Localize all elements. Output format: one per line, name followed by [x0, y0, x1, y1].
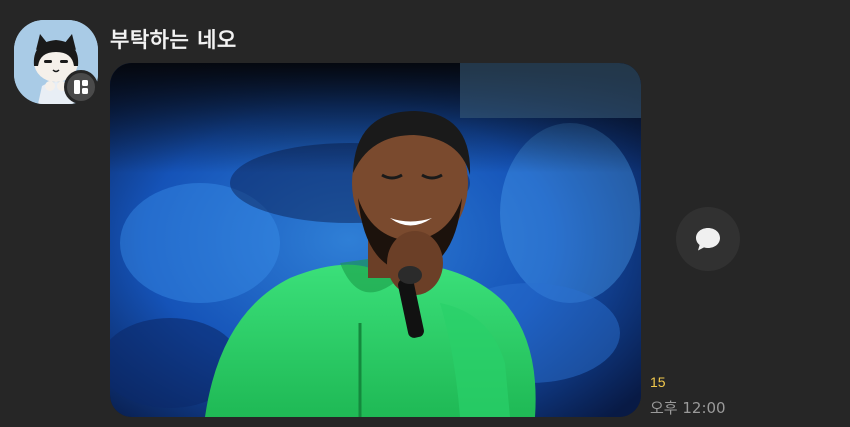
share-button[interactable] — [676, 207, 740, 271]
sender-name[interactable]: 부탁하는 네오 — [110, 24, 237, 54]
unread-count: 15 — [650, 374, 666, 390]
speech-bubble-icon — [696, 228, 720, 251]
profile-card-glyph — [74, 80, 88, 94]
photo-message[interactable] — [110, 63, 641, 417]
profile-card-icon[interactable] — [64, 70, 98, 104]
chat-screen: 부탁하는 네오 15 오후 12:00 — [0, 0, 850, 427]
message-timestamp: 오후 12:00 — [650, 399, 726, 417]
singer-photo — [110, 63, 641, 417]
